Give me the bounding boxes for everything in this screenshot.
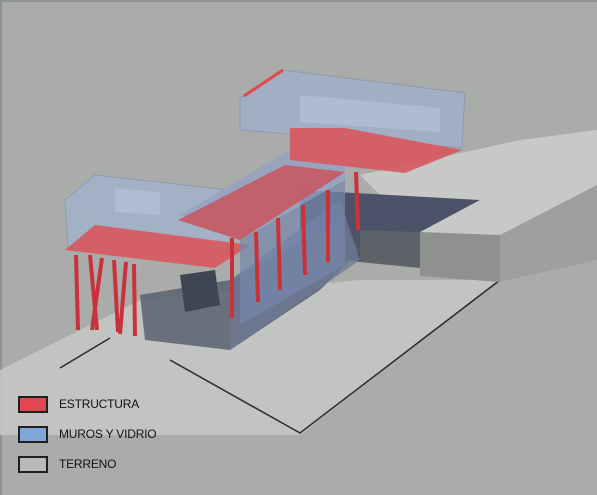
legend-item-terreno: TERRENO — [18, 454, 156, 474]
legend-swatch-estructura — [18, 395, 48, 413]
legend: ESTRUCTURA MUROS Y VIDRIO TERRENO — [18, 394, 157, 474]
basement-wall — [360, 230, 420, 268]
legend-item-muros-y-vidrio: MUROS Y VIDRIO — [18, 424, 157, 444]
stair — [180, 270, 220, 312]
legend-label-terreno: TERRENO — [59, 457, 117, 471]
legend-label-muros-y-vidrio: MUROS Y VIDRIO — [59, 427, 157, 441]
legend-label-estructura: ESTRUCTURA — [59, 397, 140, 411]
legend-swatch-muros-y-vidrio — [18, 425, 48, 443]
legend-item-estructura: ESTRUCTURA — [18, 394, 156, 414]
left-box-opening — [115, 188, 160, 215]
legend-swatch-terreno — [18, 455, 48, 473]
terrain-wall-front — [420, 232, 500, 282]
